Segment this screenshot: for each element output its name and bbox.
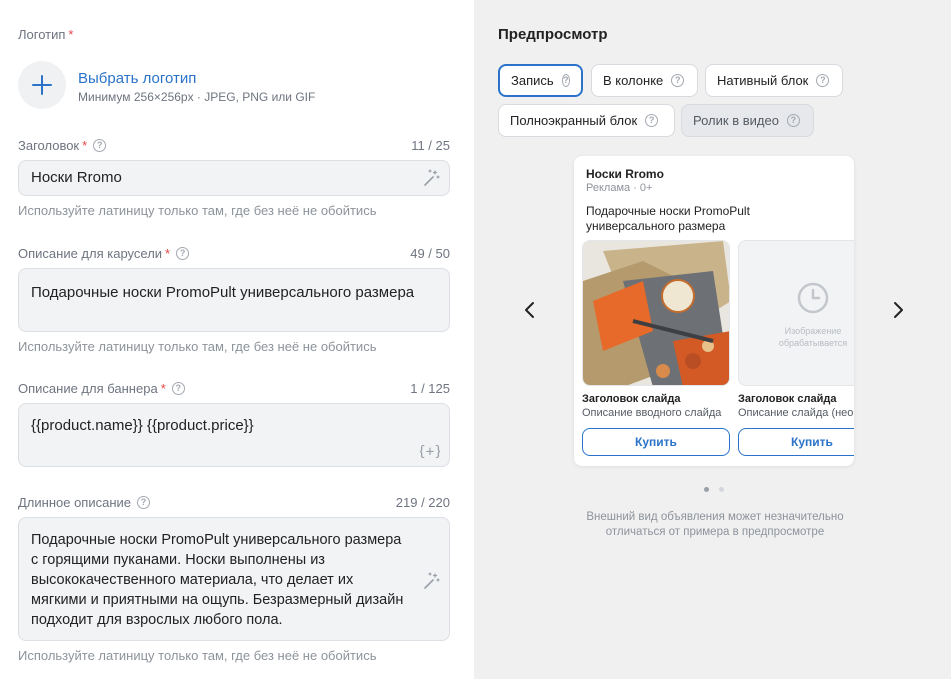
carousel-description-value: Подарочные носки PromoPult универсальног… [31, 284, 415, 301]
ad-text: Подарочные носки PromoPult универсальног… [586, 204, 750, 233]
logo-label: Логотип * [18, 27, 74, 42]
carousel-description-hint: Используйте латиницу только там, где без… [18, 339, 377, 354]
required-mark: * [165, 246, 171, 261]
carousel-description-input[interactable]: Подарочные носки PromoPult универсальног… [18, 268, 450, 332]
creative-form: Логотип * Выбрать логотип Минимум 256×256… [0, 0, 474, 679]
chevron-right-icon[interactable] [888, 300, 908, 320]
banner-description-counter: 1 / 125 [410, 381, 450, 396]
banner-description-value: {{product.name}} {{product.price}} [31, 417, 254, 434]
carousel-description-label: Описание для карусели * ? [18, 246, 190, 261]
buy-button[interactable]: Купить [582, 428, 730, 456]
chevron-left-icon[interactable] [520, 300, 540, 320]
banner-description-input[interactable]: {{product.name}} {{product.price}} {+} [18, 403, 450, 467]
svg-text:{+}: {+} [420, 444, 440, 460]
magic-wand-icon[interactable] [422, 572, 440, 590]
preview-title: Предпросмотр [498, 26, 608, 43]
help-icon[interactable]: ? [93, 139, 107, 152]
preview-note: Внешний вид объявления может незначитель… [586, 511, 844, 538]
logo-requirements: Минимум 256×256px · JPEG, PNG или GIF [78, 90, 316, 104]
required-mark: * [160, 381, 166, 396]
magic-wand-icon[interactable] [422, 169, 440, 187]
help-icon[interactable]: ? [171, 382, 185, 395]
long-description-line: мягкими и приятными на ощупь. Безразмерн… [31, 592, 404, 608]
ad-meta: Реклама · 0+ [586, 182, 653, 194]
tab-column[interactable]: В колонке? [591, 64, 698, 97]
plus-icon [32, 75, 52, 95]
ad-preview-card: Носки Rromo Реклама · 0+ Подарочные носк… [574, 156, 854, 466]
help-icon[interactable]: ? [561, 74, 570, 87]
slide-image [582, 240, 730, 386]
long-description-label: Длинное описание ? [18, 495, 151, 510]
tab-fullscreen-block[interactable]: Полноэкранный блок? [498, 104, 675, 137]
help-icon[interactable]: ? [645, 114, 659, 127]
pagination-dot[interactable] [719, 487, 724, 492]
headline-hint: Используйте латиницу только там, где без… [18, 203, 377, 218]
headline-counter: 11 / 25 [411, 138, 450, 153]
long-description-line: высококачественного материала, что делае… [31, 572, 354, 588]
headline-input[interactable]: Носки Rromo [18, 160, 450, 196]
select-logo-link[interactable]: Выбрать логотип [78, 70, 196, 87]
processing-text: Изображение обрабатывается [778, 326, 848, 348]
slide-description: Описание вводного слайда [582, 407, 722, 419]
ad-brand: Носки Rromo [586, 167, 664, 181]
help-icon[interactable]: ? [816, 74, 830, 87]
buy-button[interactable]: Купить [738, 428, 854, 456]
required-mark: * [82, 138, 88, 153]
clock-icon [797, 282, 829, 314]
long-description-line: Подарочные носки PromoPult универсальног… [31, 532, 402, 548]
slide-image-processing: Изображение обрабатывается [738, 240, 854, 386]
long-description-line: с горящими пуканами. Носки выполнены из [31, 552, 325, 568]
tab-post[interactable]: Запись? [498, 64, 583, 97]
required-mark: * [68, 27, 74, 42]
headline-value: Носки Rromo [31, 169, 122, 186]
banner-description-label: Описание для баннера * ? [18, 381, 185, 396]
carousel-description-counter: 49 / 50 [410, 246, 450, 261]
long-description-input[interactable]: Подарочные носки PromoPult универсальног… [18, 517, 450, 641]
help-icon[interactable]: ? [176, 247, 190, 260]
variable-insert-icon[interactable]: {+} [420, 441, 440, 461]
socks-photo [583, 241, 729, 385]
long-description-counter: 219 / 220 [395, 495, 450, 510]
pagination-dot-active[interactable] [704, 487, 709, 492]
slide-title: Заголовок слайда [582, 393, 681, 405]
long-description-hint: Используйте латиницу только там, где без… [18, 648, 377, 663]
help-icon[interactable]: ? [137, 496, 151, 509]
slide-description: Описание слайда (необ [738, 407, 854, 419]
add-logo-button[interactable] [18, 61, 66, 109]
headline-label: Заголовок * ? [18, 138, 107, 153]
help-icon[interactable]: ? [671, 74, 685, 87]
slide-title: Заголовок слайда [738, 393, 837, 405]
tab-video-roll: Ролик в видео? [681, 104, 814, 137]
help-icon[interactable]: ? [786, 114, 800, 127]
long-description-line: подходит для взрослых любого пола. [31, 612, 283, 628]
tab-native-block[interactable]: Нативный блок? [705, 64, 843, 97]
